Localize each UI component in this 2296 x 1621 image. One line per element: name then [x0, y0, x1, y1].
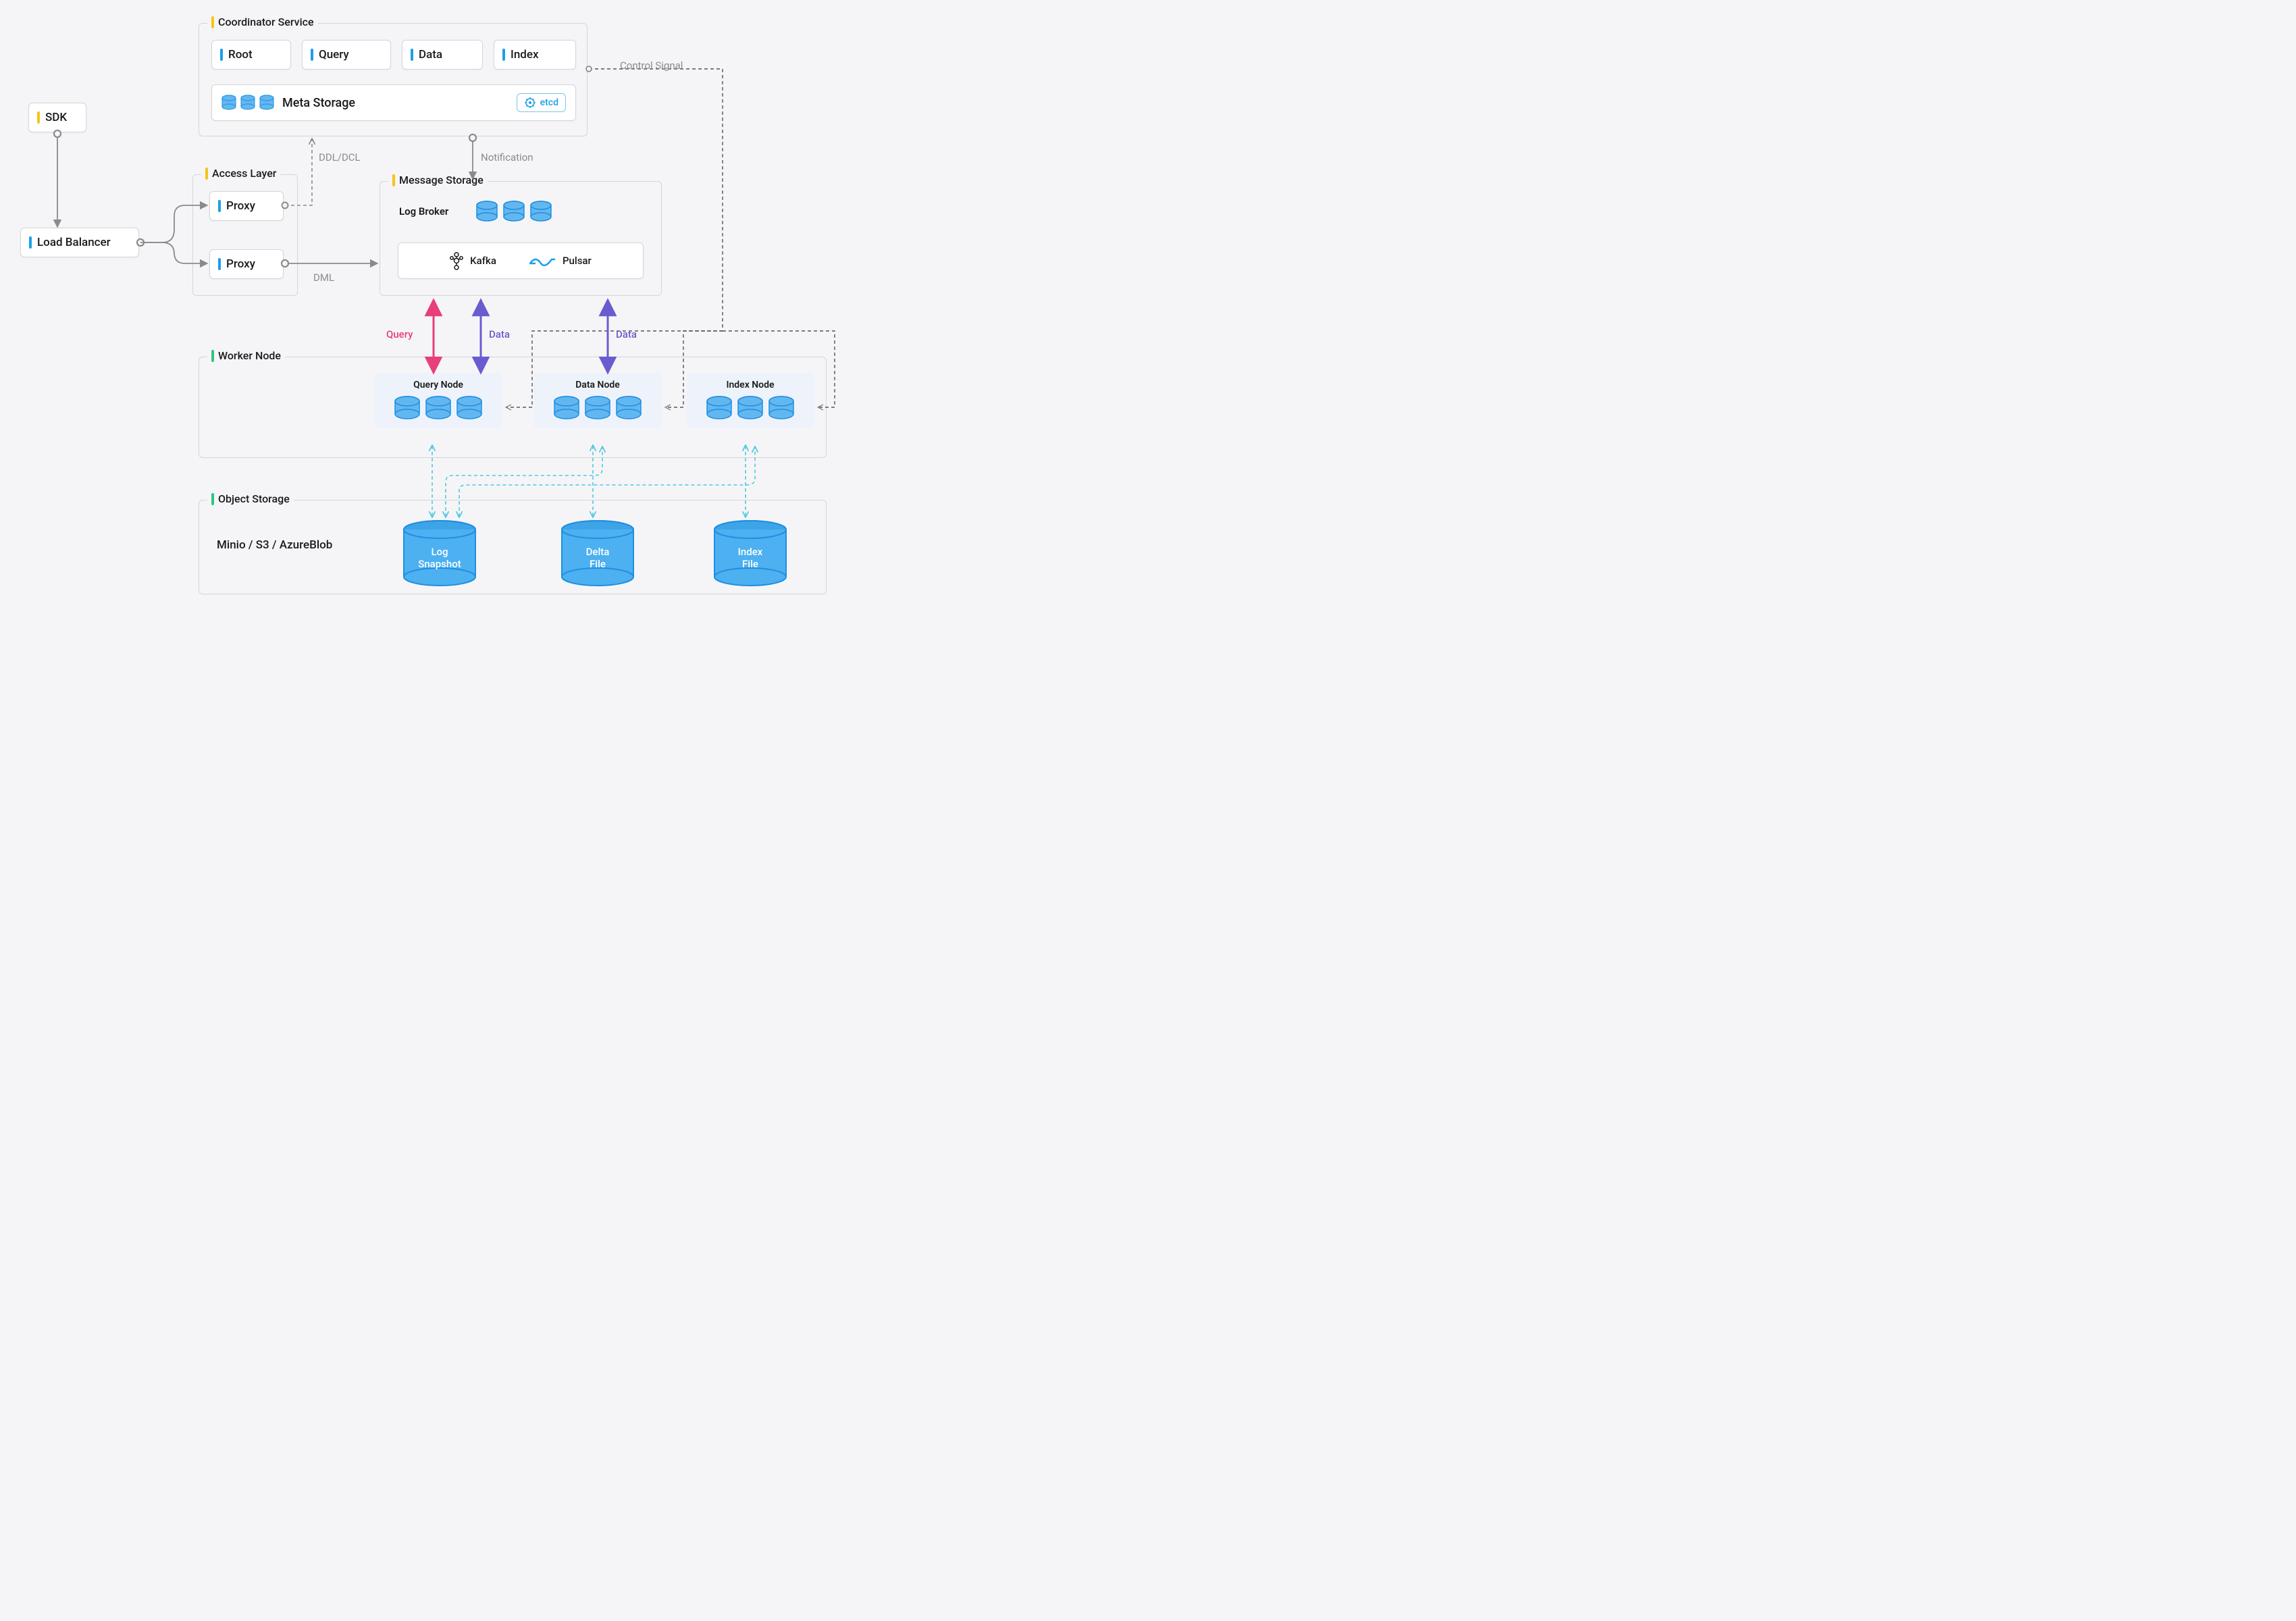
log-broker-label: Log Broker — [399, 205, 448, 217]
label-notification: Notification — [481, 151, 533, 163]
cylinder-icon — [475, 201, 498, 222]
kafka-label: Kafka — [470, 255, 496, 267]
cylinder-icon — [529, 201, 552, 222]
pulsar-label: Pulsar — [563, 255, 592, 267]
index-node-icons — [706, 396, 795, 420]
proxy-1-box: Proxy — [209, 191, 284, 221]
delta-file-label: Delta File — [560, 546, 635, 570]
message-storage-title-text: Message Storage — [399, 174, 484, 186]
data-node-label: Data Node — [575, 380, 620, 390]
object-storage-title-text: Object Storage — [218, 492, 290, 505]
proxy-1-label: Proxy — [226, 199, 255, 213]
load-balancer-label: Load Balancer — [37, 236, 111, 249]
cylinder-icon — [706, 396, 733, 420]
accent-tick — [211, 493, 214, 505]
accent-tick — [37, 111, 40, 124]
cylinder-icon — [584, 396, 611, 420]
message-storage-group: Message Storage Log Broker Kafka Pulsar — [380, 181, 662, 296]
accent-tick — [29, 236, 32, 249]
cylinder-icon — [221, 95, 236, 111]
meta-storage-label: Meta Storage — [282, 96, 355, 110]
etcd-badge: etcd — [517, 93, 566, 112]
sdk-box: SDK — [28, 103, 86, 132]
cylinder-icon — [425, 396, 452, 420]
coordinator-title: Coordinator Service — [207, 16, 318, 28]
query-node-icons — [394, 396, 483, 420]
coord-data: Data — [402, 40, 483, 70]
worker-title: Worker Node — [207, 349, 285, 362]
coord-root-label: Root — [228, 48, 253, 61]
access-layer-title: Access Layer — [201, 167, 280, 180]
coord-root: Root — [211, 40, 291, 70]
sdk-label: SDK — [45, 111, 67, 124]
cylinder-icon — [240, 95, 255, 111]
cylinder-icon — [394, 396, 421, 420]
log-snapshot-label: Log Snapshot — [402, 546, 477, 570]
access-layer-group: Access Layer Proxy Proxy — [192, 174, 298, 296]
pulsar-icon — [529, 253, 556, 269]
access-layer-title-text: Access Layer — [212, 167, 276, 180]
pulsar-item: Pulsar — [529, 253, 592, 269]
label-data-2: Data — [616, 328, 637, 340]
meta-storage-box: Meta Storage etcd — [211, 84, 576, 121]
broker-products: Kafka Pulsar — [398, 242, 644, 279]
coord-query-label: Query — [319, 48, 349, 61]
label-ddl-dcl: DDL/DCL — [319, 151, 361, 163]
index-node-label: Index Node — [726, 380, 774, 390]
label-data-1: Data — [489, 328, 510, 340]
worker-title-text: Worker Node — [218, 349, 281, 362]
meta-storage-icons — [221, 95, 274, 111]
log-broker-row: Log Broker — [399, 201, 552, 222]
label-control-signal: Control Signal — [620, 59, 683, 72]
coord-index-label: Index — [511, 48, 539, 61]
coord-data-label: Data — [419, 48, 442, 61]
accent-tick — [311, 49, 313, 61]
accent-tick — [411, 49, 413, 61]
proxy-2-label: Proxy — [226, 257, 255, 271]
etcd-icon — [524, 97, 536, 109]
kafka-item: Kafka — [450, 251, 496, 270]
label-query: Query — [386, 328, 413, 340]
data-node: Data Node — [533, 373, 662, 428]
cylinder-icon — [615, 396, 642, 420]
accent-tick — [211, 350, 214, 362]
proxy-2-box: Proxy — [209, 249, 284, 279]
cylinder-icon — [502, 201, 525, 222]
coord-query: Query — [302, 40, 391, 70]
accent-tick — [502, 49, 505, 61]
coordinator-title-text: Coordinator Service — [218, 16, 314, 28]
index-file-label: Index File — [713, 546, 787, 570]
cylinder-icon — [768, 396, 795, 420]
accent-tick — [218, 200, 221, 212]
query-node-label: Query Node — [413, 380, 463, 390]
label-dml: DML — [313, 272, 334, 284]
coord-index: Index — [494, 40, 576, 70]
query-node: Query Node — [374, 373, 502, 428]
accent-tick — [211, 16, 214, 28]
providers-label: Minio / S3 / AzureBlob — [217, 538, 332, 552]
cylinder-icon — [456, 396, 483, 420]
index-node: Index Node — [686, 373, 814, 428]
data-node-icons — [553, 396, 642, 420]
accent-tick — [218, 258, 221, 270]
accent-tick — [392, 174, 395, 186]
cylinder-icon — [737, 396, 764, 420]
cylinder-icon — [553, 396, 580, 420]
load-balancer-box: Load Balancer — [20, 228, 139, 257]
accent-tick — [220, 49, 223, 61]
object-storage-title: Object Storage — [207, 492, 294, 505]
accent-tick — [205, 168, 208, 180]
log-broker-icons — [475, 201, 552, 222]
kafka-icon — [450, 251, 463, 270]
message-storage-title: Message Storage — [388, 174, 488, 186]
etcd-label: etcd — [540, 97, 558, 108]
coordinator-group: Coordinator Service Root Query Data Inde… — [199, 23, 588, 136]
cylinder-icon — [259, 95, 274, 111]
